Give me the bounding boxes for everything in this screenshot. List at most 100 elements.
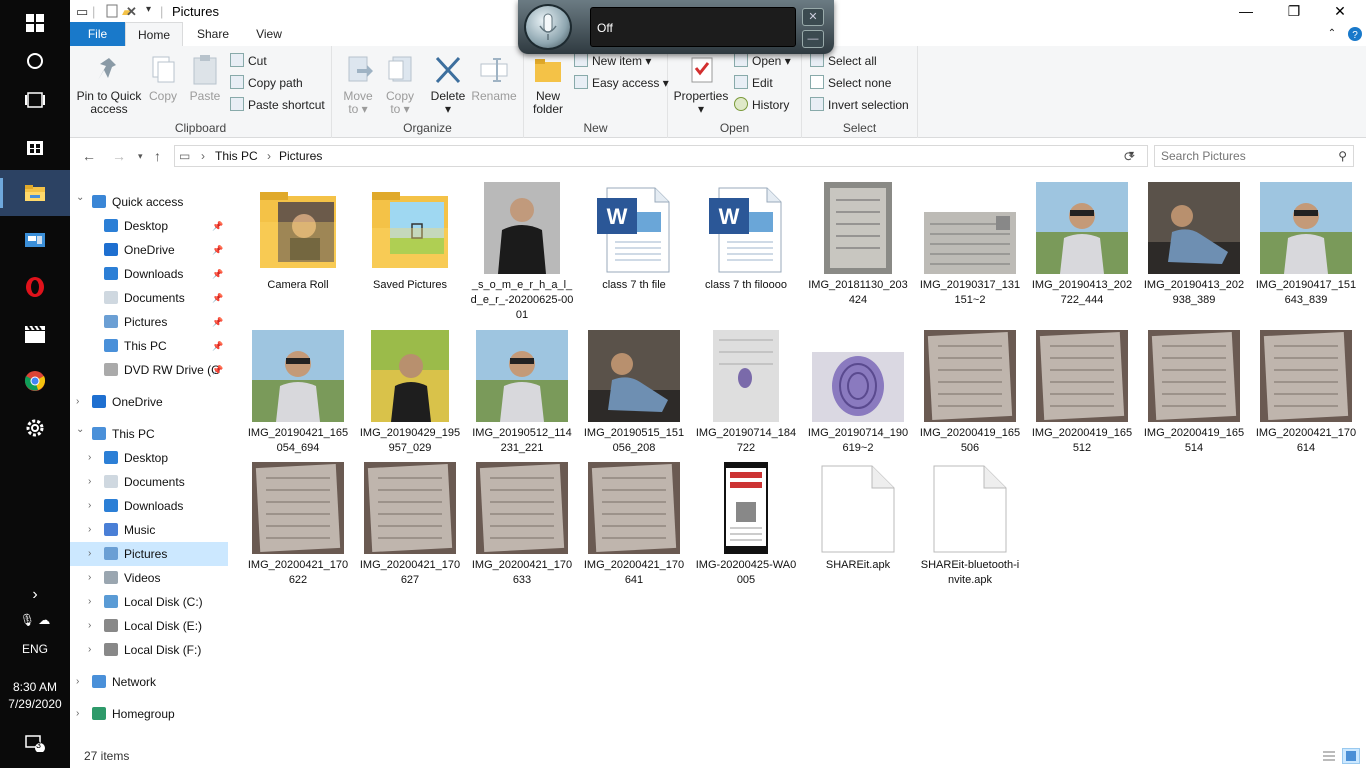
file-item[interactable]: IMG_20190317_131151~2 [918,182,1022,308]
collapse-ribbon-chevron-icon[interactable]: ⌃ [1324,22,1340,46]
file-item[interactable]: IMG_20200419_165514 [1142,330,1246,456]
file-item[interactable]: SHAREit-bluetooth-invite.apk [918,462,1022,588]
maximize-button[interactable]: ❐ [1271,0,1317,22]
customize-qat-chevron-icon[interactable]: ▾ [146,4,151,15]
tab-file[interactable]: File [70,22,125,46]
nav-pc-item[interactable]: › Desktop [70,446,228,470]
up-button[interactable]: ↑ [154,148,161,164]
nav-pc-item[interactable]: › Local Disk (C:) [70,590,228,614]
search-input[interactable] [1155,146,1325,166]
tab-home[interactable]: Home [125,22,183,46]
pin-to-quick-access-button[interactable]: Pin to Quick access [76,54,142,116]
nav-pc-item[interactable]: › Local Disk (F:) [70,638,228,662]
taskbar-store[interactable] [0,123,70,169]
language-indicator[interactable]: ENG [0,642,70,656]
nav-pc-item[interactable]: › Downloads [70,494,228,518]
nav-quick-item[interactable]: DVD RW Drive (G 📌 [70,358,228,382]
nav-pc-item[interactable]: › Documents [70,470,228,494]
file-item[interactable]: IMG_20200421_170641 [582,462,686,588]
file-item[interactable]: IMG_20190429_195957_029 [358,330,462,456]
help-button[interactable]: ? [1346,22,1364,46]
taskbar-settings[interactable] [0,405,70,451]
expand-chevron-right-icon[interactable]: › [88,590,91,614]
nav-quick-item[interactable]: OneDrive 📌 [70,238,228,262]
expand-chevron-right-icon[interactable]: › [76,702,79,726]
expand-chevron-right-icon[interactable]: › [88,470,91,494]
nav-pc-item[interactable]: › Local Disk (E:) [70,614,228,638]
nav-this-pc[interactable]: ⌄ This PC [70,422,228,446]
nav-quick-item[interactable]: This PC 📌 [70,334,228,358]
tab-view[interactable]: View [248,22,290,46]
file-item[interactable]: IMG_20190714_190619~2 [806,330,910,456]
expand-chevron-right-icon[interactable]: › [88,542,91,566]
tray-icons[interactable]: 🎙 ☁ [0,598,70,642]
clock-time[interactable]: 8:30 AM [0,680,70,694]
move-to-button[interactable]: Move to ▾ [340,54,376,116]
cut-button[interactable]: Cut [230,52,267,70]
edit-button[interactable]: Edit [734,74,773,92]
paste-button[interactable]: Paste [188,54,222,103]
file-item[interactable]: SHAREit.apk [806,462,910,573]
task-view-button[interactable] [0,77,70,123]
open-button[interactable]: Open ▾ [734,52,791,70]
expand-chevron-right-icon[interactable]: › [88,566,91,590]
file-item[interactable]: IMG_20190512_114231_221 [470,330,574,456]
nav-homegroup[interactable]: › Homegroup [70,702,228,726]
file-item[interactable]: Saved Pictures [358,182,462,293]
copy-path-button[interactable]: Copy path [230,74,303,92]
expand-chevron-right-icon[interactable]: › [88,614,91,638]
microphone-button[interactable] [524,4,572,50]
file-item[interactable]: IMG_20190413_202938_389 [1142,182,1246,308]
back-button[interactable]: ← [82,148,96,164]
large-icons-view-button[interactable] [1342,748,1360,764]
action-center-button[interactable]: 3 [0,720,70,766]
taskbar-chrome[interactable] [0,358,70,404]
nav-pc-item[interactable]: › Pictures [70,542,228,566]
history-button[interactable]: History [734,96,789,114]
expand-chevron-right-icon[interactable]: › [88,494,91,518]
delete-button[interactable]: Delete ▾ [426,54,470,116]
speech-close-button[interactable]: ✕ [802,8,824,26]
file-item[interactable]: IMG_20200421_170614 [1254,330,1358,456]
expand-chevron-right-icon[interactable]: › [76,670,79,694]
new-item-button[interactable]: New item ▾ [574,52,651,70]
paste-shortcut-button[interactable]: Paste shortcut [230,96,325,114]
search-box[interactable]: ⚲ [1154,145,1354,167]
nav-quick-item[interactable]: Downloads 📌 [70,262,228,286]
details-view-button[interactable] [1320,748,1338,764]
nav-quick-item[interactable]: Documents 📌 [70,286,228,310]
expand-chevron-right-icon[interactable]: › [88,446,91,470]
copy-button[interactable]: Copy [146,54,180,103]
properties-button[interactable]: Properties ▾ [672,54,730,116]
expand-chevron-right-icon[interactable]: › [88,638,91,662]
file-item[interactable]: Wclass 7 th filoooo [694,182,798,293]
file-item[interactable]: IMG_20190417_151643_839 [1254,182,1358,308]
forward-button[interactable]: → [112,148,126,164]
new-folder-button[interactable]: New folder [528,54,568,116]
file-item[interactable]: IMG_20200419_165512 [1030,330,1134,456]
taskbar-movies[interactable] [0,311,70,357]
file-item[interactable]: IMG_20190515_151056_208 [582,330,686,456]
file-item[interactable]: IMG_20200421_170633 [470,462,574,588]
file-item[interactable]: IMG_20181130_203424 [806,182,910,308]
breadcrumb-this-pc[interactable]: This PC [215,149,258,163]
file-item[interactable]: IMG_20190421_165054_694 [246,330,350,456]
expand-chevron-down-icon[interactable]: ⌄ [76,418,84,442]
nav-quick-access[interactable]: ⌄ Quick access [70,190,228,214]
explorer-app-icon[interactable]: ▭ [76,4,88,20]
nav-onedrive[interactable]: › OneDrive [70,390,228,414]
file-item[interactable]: IMG_20190413_202722_444 [1030,182,1134,308]
taskbar-file-explorer[interactable] [0,170,70,216]
file-item[interactable]: IMG_20200421_170622 [246,462,350,588]
file-item[interactable]: IMG_20200419_165506 [918,330,1022,456]
close-button[interactable]: ✕ [1317,0,1363,22]
speech-minimize-button[interactable]: — [802,30,824,48]
nav-network[interactable]: › Network [70,670,228,694]
taskbar-control-panel[interactable] [0,217,70,263]
invert-selection-button[interactable]: Invert selection [810,96,909,114]
search-icon[interactable]: ⚲ [1338,149,1347,163]
select-none-button[interactable]: Select none [810,74,891,92]
file-item[interactable]: IMG-20200425-WA0005 [694,462,798,588]
select-all-button[interactable]: Select all [810,52,877,70]
minimize-button[interactable]: — [1223,0,1269,22]
